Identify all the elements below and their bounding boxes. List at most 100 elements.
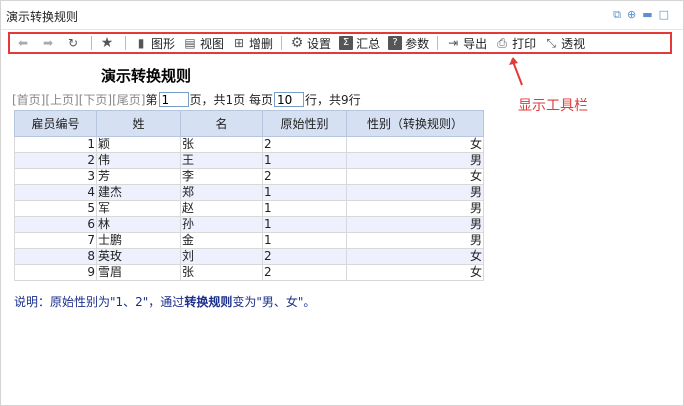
prev-page-link[interactable]: [上页] — [45, 91, 78, 108]
window-controls: ⧉ ⊕ ▬ □ — [613, 9, 669, 21]
print-button[interactable]: ⎙ 打印 — [491, 33, 540, 53]
last-page-link[interactable]: [尾页] — [112, 91, 145, 108]
arrow-left-icon: ⬅ — [17, 36, 29, 50]
table-cell: 林 — [96, 216, 181, 233]
bar-chart-icon: ▮ — [137, 36, 145, 50]
annotation-arrow-icon — [509, 57, 523, 86]
table-row: 9 雪眉 张 2 女 — [14, 264, 484, 281]
maximize-icon[interactable]: □ — [659, 9, 669, 21]
pivot-button[interactable]: ⤡ 透视 — [540, 33, 589, 53]
pivot-icon: ⤡ — [546, 36, 556, 50]
separator — [125, 36, 126, 50]
table-row: 3 芳 李 2 女 — [14, 168, 484, 185]
crosshair-icon[interactable]: ⊕ — [627, 9, 636, 21]
table-cell: 2 — [262, 168, 347, 185]
table-row: 2 伟 王 1 男 — [14, 152, 484, 169]
pager: [首页] [上页] [下页] [尾页] 第 页，共1页 每页 行，共9行 — [12, 91, 361, 108]
table-cell: 女 — [346, 264, 484, 281]
table-cell: 2 — [262, 248, 347, 265]
separator — [437, 36, 439, 50]
table-cell: 3 — [14, 168, 97, 185]
params-button[interactable]: ? 参数 — [384, 33, 433, 53]
print-label: 打印 — [512, 36, 537, 51]
settings-button[interactable]: ⚙ 设置 — [286, 33, 335, 53]
table-cell: 2 — [262, 264, 347, 281]
explanation-note: 说明：原始性别为"1、2"，通过转换规则变为"男、女"。 — [14, 293, 315, 310]
table-cell: 刘 — [180, 248, 263, 265]
annotation-label: 显示工具栏 — [518, 98, 588, 114]
column-header[interactable]: 原始性别 — [262, 110, 347, 137]
table-row: 4 建杰 郑 1 男 — [14, 184, 484, 201]
table-cell: 建杰 — [96, 184, 181, 201]
gear-icon: ⚙ — [290, 35, 304, 51]
table-cell: 士鹏 — [96, 232, 181, 249]
table-cell: 1 — [262, 184, 347, 201]
table-cell: 女 — [346, 168, 484, 185]
add-delete-icon: ⊞ — [234, 36, 245, 50]
table-cell: 男 — [346, 184, 484, 201]
params-label: 参数 — [405, 36, 430, 51]
table-cell: 4 — [14, 184, 97, 201]
rows-per-page-input[interactable] — [273, 92, 304, 107]
table-cell: 李 — [180, 168, 263, 185]
settings-label: 设置 — [307, 36, 332, 51]
page-suffix: 页，共1页 每页 — [189, 93, 273, 107]
column-header[interactable]: 性别（转换规则） — [346, 110, 484, 137]
table-cell: 男 — [346, 152, 484, 169]
printer-icon: ⎙ — [497, 36, 507, 50]
page-prefix: 第 — [145, 93, 158, 107]
table-cell: 伟 — [96, 152, 181, 169]
table-cell: 2 — [14, 152, 97, 169]
separator — [91, 36, 92, 50]
rows-total-text: 行，共9行 — [304, 93, 361, 107]
minimize-icon[interactable]: ▬ — [642, 9, 652, 21]
table-row: 8 英玫 刘 2 女 — [14, 248, 484, 265]
table-cell: 女 — [346, 136, 484, 153]
export-button[interactable]: ⇥ 导出 — [442, 33, 491, 53]
report-title: 演示转换规则 — [101, 67, 192, 85]
table-row: 7 士鹏 金 1 男 — [14, 232, 484, 249]
view-icon: ▤ — [184, 36, 196, 50]
column-header[interactable]: 姓 — [96, 110, 181, 137]
table-row: 5 军 赵 1 男 — [14, 200, 484, 217]
sigma-icon: Σ — [339, 36, 354, 50]
table-cell: 男 — [346, 232, 484, 249]
back-button[interactable]: ⬅ — [12, 33, 37, 53]
table-cell: 1 — [14, 136, 97, 153]
table-cell: 张 — [180, 136, 263, 153]
forward-button[interactable]: ➡ — [37, 33, 62, 53]
note-prefix: 说明：原始性别为"1、2"，通过 — [14, 295, 185, 309]
first-page-link[interactable]: [首页] — [12, 91, 45, 108]
table-cell: 芳 — [96, 168, 181, 185]
table-cell: 5 — [14, 200, 97, 217]
summary-label: 汇总 — [356, 36, 381, 51]
add-delete-label: 增删 — [249, 36, 274, 51]
report-window: 演示转换规则 ⧉ ⊕ ▬ □ ⬅ ➡ ↻ ★ ▮ 图形 ▤ 视图 ⊞ 增删 ⚙ … — [0, 0, 684, 406]
table-cell: 军 — [96, 200, 181, 217]
table-cell: 2 — [262, 136, 347, 153]
page-number-input[interactable] — [158, 92, 189, 107]
export-icon: ⇥ — [448, 36, 459, 50]
favorite-button[interactable]: ★ — [96, 33, 121, 53]
separator — [281, 36, 283, 50]
view-button[interactable]: ▤ 视图 — [179, 33, 228, 53]
column-header[interactable]: 名 — [180, 110, 263, 137]
table-cell: 王 — [180, 152, 263, 169]
view-label: 视图 — [200, 36, 225, 51]
next-page-link[interactable]: [下页] — [79, 91, 112, 108]
table-header-row: 雇员编号 姓 名 原始性别 性别（转换规则） — [14, 110, 484, 137]
table-cell: 男 — [346, 200, 484, 217]
refresh-button[interactable]: ↻ — [62, 33, 87, 53]
title-bar: 演示转换规则 ⧉ ⊕ ▬ □ — [1, 1, 683, 30]
table-cell: 8 — [14, 248, 97, 265]
column-header[interactable]: 雇员编号 — [14, 110, 97, 137]
add-delete-button[interactable]: ⊞ 增删 — [228, 33, 277, 53]
table-cell: 6 — [14, 216, 97, 233]
table-cell: 金 — [180, 232, 263, 249]
table-cell: 颖 — [96, 136, 181, 153]
table-row: 1 颖 张 2 女 — [14, 136, 484, 153]
chart-button[interactable]: ▮ 图形 — [130, 33, 179, 53]
table-cell: 1 — [262, 216, 347, 233]
tile-icon[interactable]: ⧉ — [613, 9, 621, 21]
summary-button[interactable]: Σ 汇总 — [335, 33, 384, 53]
